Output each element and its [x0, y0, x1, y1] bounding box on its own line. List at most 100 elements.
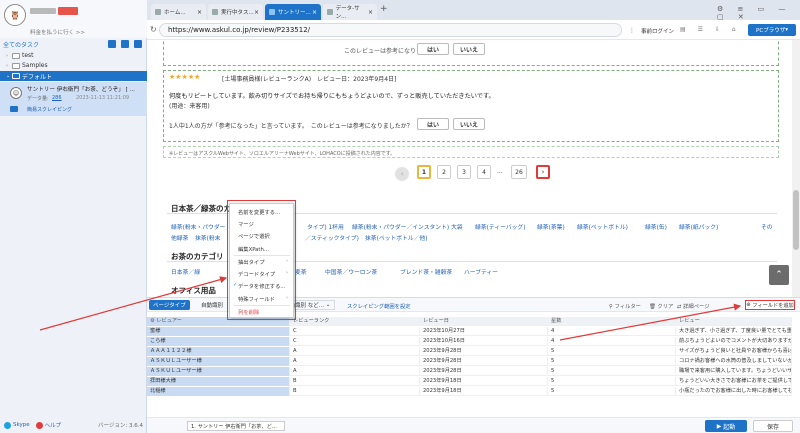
category-link[interactable]: 緑茶(ペットボトル)	[577, 222, 628, 231]
category-link[interactable]: ハーブティー	[464, 267, 498, 276]
category-link[interactable]: 緑茶(粉末・パウダー／インスタント) 大袋	[352, 222, 463, 231]
menu-item-edit-xpath[interactable]: 編集XPath...	[238, 245, 269, 253]
tab-data[interactable]: データ-サン... ×	[323, 4, 377, 20]
upgrade-link[interactable]: 料金を払うに行く >>	[30, 28, 85, 36]
menu-item-merge[interactable]: マージ	[238, 220, 254, 228]
new-tab-icon[interactable]: +	[380, 4, 388, 14]
review-block-previous[interactable]: このレビューは参考になりましたか？ はい いいえ	[163, 40, 779, 66]
detail-page-button[interactable]: ⇄ 詳細ページ	[677, 302, 710, 310]
page-26[interactable]: 26	[511, 165, 527, 179]
page-2[interactable]: 2	[437, 165, 451, 179]
table-row[interactable]: こら様 C 2023年10月16日 4 前ぶちょうどよいのでコメントが大切ありますが、	[147, 337, 792, 346]
category-link[interactable]: その	[761, 222, 773, 231]
new-folder-icon[interactable]	[134, 40, 142, 48]
clear-button[interactable]: 🗑 クリア	[649, 302, 673, 310]
browser-tool-icons[interactable]: ▤ ☰ ⇩ ⌂	[680, 26, 741, 33]
divider	[234, 255, 290, 256]
prev-page-icon[interactable]: ‹	[395, 167, 409, 181]
category-link[interactable]: 他緑茶	[171, 233, 188, 242]
save-button[interactable]: 保存	[753, 420, 793, 432]
tree-item-default[interactable]: ⌄ デフォルト	[0, 71, 147, 81]
category-link[interactable]: ブレンド茶・雑穀茶	[400, 267, 452, 276]
skype-link[interactable]: Skype	[13, 422, 30, 428]
category-link[interactable]: 抹茶(ペットボトル／他)	[365, 233, 428, 242]
tree-item-test[interactable]: › test	[0, 51, 147, 60]
close-icon[interactable]: ×	[197, 9, 202, 16]
menu-item-rename[interactable]: 名前を変更する...	[238, 208, 280, 216]
back-to-top-icon[interactable]: ⌃	[769, 265, 789, 285]
category-link[interactable]: 抹茶(粉末	[195, 233, 220, 242]
column-header[interactable]: ⚙ レビュアー	[147, 317, 290, 326]
task-icon	[212, 9, 218, 15]
url-input[interactable]: https://www.askul.co.jp/review/P233512/	[159, 23, 622, 37]
no-button[interactable]: いいえ	[453, 43, 485, 55]
table-row[interactable]: ＡＳＫＵＬユーザー様 A 2023年9月28日 5 コロナ禍お客様への水筒の普及しまして…	[147, 357, 792, 366]
close-icon[interactable]: ×	[254, 9, 259, 16]
menu-item-extract-type[interactable]: 抽出タイプ	[238, 258, 265, 266]
category-link[interactable]: 緑茶(缶)	[645, 222, 667, 231]
help-link[interactable]: ヘルプ	[45, 421, 62, 429]
category-link[interactable]: ／スティックタイプ)	[305, 233, 359, 242]
column-header[interactable]: レビューランク	[290, 317, 420, 326]
category-link[interactable]: 麦茶	[295, 267, 307, 276]
page-3[interactable]: 3	[457, 165, 471, 179]
menu-item-decode-type[interactable]: デコードタイプ	[238, 270, 275, 278]
table-row[interactable]: 拝田様大様B2023年9月18日5ちょうどいい大きさでお客様にお茶をご提供してい…	[147, 377, 792, 386]
page-ellipsis: ...	[497, 168, 503, 175]
menu-icon[interactable]: ⋮	[629, 27, 635, 34]
task-chip[interactable]: 1. サントリー 伊右衛門「お茶、ど...	[187, 421, 285, 431]
menu-item-modify-data[interactable]: データを修正する...	[238, 282, 285, 290]
menu-item-special-field[interactable]: 特殊フィールド	[238, 295, 275, 303]
tab-running[interactable]: 実行中タス... ×	[208, 4, 263, 20]
close-icon[interactable]: ×	[368, 9, 373, 16]
page-1[interactable]: 1	[417, 165, 431, 179]
category-link[interactable]: 緑茶(ティーバッグ)	[475, 222, 526, 231]
add-field-button[interactable]: ⊕ フィールドを追加	[745, 300, 795, 310]
category-link[interactable]: 緑茶(紙パック)	[679, 222, 718, 231]
tab-auto-detect[interactable]: 自動識別	[197, 300, 227, 310]
tab-page-type[interactable]: ページタイプ	[149, 300, 190, 310]
scrollbar-thumb[interactable]	[793, 190, 799, 250]
window-controls[interactable]: ⚙ ≡ ▭ — ▢ ✕	[717, 5, 800, 21]
web-icon	[269, 9, 275, 15]
task-item[interactable]: ☺ サントリー 伊右衛門「お茶、どうぞ」 [ ... データ量: 286 202…	[0, 82, 147, 116]
category-link[interactable]: タイプ) 1杯用	[307, 222, 344, 231]
table-row[interactable]: ＡＳＫＵＬユーザー様 A 2023年9月28日 5 職場で来客用に購入しています。ちょう…	[147, 367, 792, 376]
tab-home[interactable]: ホーム... ×	[151, 4, 206, 20]
import-icon[interactable]	[121, 40, 129, 48]
vertical-scrollbar[interactable]	[792, 40, 800, 297]
close-icon[interactable]: ×	[312, 9, 317, 16]
table-row[interactable]: ＡＡＡ１１２２様 A 2023年9月28日 5 サイズがちょうど良いと社員やお客様からも…	[147, 347, 792, 356]
table-row[interactable]: 蜜様 C 2023年10月27日 4 大き過ぎず、小さ過ぎず、丁度良い量でとても重宝し	[147, 327, 792, 336]
no-button[interactable]: いいえ	[453, 118, 485, 130]
start-button[interactable]: ▶ 起動	[705, 420, 747, 432]
scrape-range-link[interactable]: スクレイピング範囲を設定	[347, 302, 411, 310]
category-link[interactable]: 日本茶／緑	[171, 267, 200, 276]
tree-item-samples[interactable]: › Samples	[0, 61, 147, 70]
category-link[interactable]: 緑茶(粉末・パウダー	[171, 222, 225, 231]
refresh-icon[interactable]: ↻	[150, 25, 157, 34]
yes-button[interactable]: はい	[417, 43, 449, 55]
new-task-icon[interactable]	[108, 40, 116, 48]
page-4[interactable]: 4	[477, 165, 491, 179]
menu-item-select-in-page[interactable]: ページで選択	[238, 232, 270, 240]
office-title: オフィス用品	[171, 286, 216, 295]
menu-item-delete-column[interactable]: 列を削除	[238, 308, 259, 316]
avatar[interactable]: 🦉	[4, 4, 26, 26]
review-block[interactable]: ★★★★★ [土場事務員様(レビューランクA) レビュー日：2023年9月4日]…	[163, 70, 779, 142]
column-header[interactable]: レビュー日	[420, 317, 548, 326]
folder-icon	[12, 52, 20, 59]
tab-suntory[interactable]: サントリー... ×	[265, 4, 321, 20]
pc-browser-button[interactable]: PCブラウザ ▾	[748, 24, 796, 36]
pre-login-button[interactable]: 事前ログイン	[641, 27, 674, 35]
filter-button[interactable]: ⚲ フィルター	[609, 302, 641, 310]
column-header[interactable]: 星数	[548, 317, 676, 326]
next-page-icon[interactable]: ›	[536, 165, 550, 179]
category-link[interactable]: 緑茶(茶葉)	[537, 222, 565, 231]
category-link[interactable]: 中国茶／ウーロン茶	[325, 267, 377, 276]
column-header[interactable]: レビュー	[676, 317, 792, 326]
table-header: ⚙ レビュアー レビューランク レビュー日 星数 レビュー	[147, 317, 792, 326]
table-row[interactable]: 北稲様 B 2023年9月18日 5 小瓶だったのでお客様に出した時にお客様しても飲み	[147, 387, 792, 396]
task-data-count[interactable]: 286	[52, 95, 62, 101]
yes-button[interactable]: はい	[417, 118, 449, 130]
